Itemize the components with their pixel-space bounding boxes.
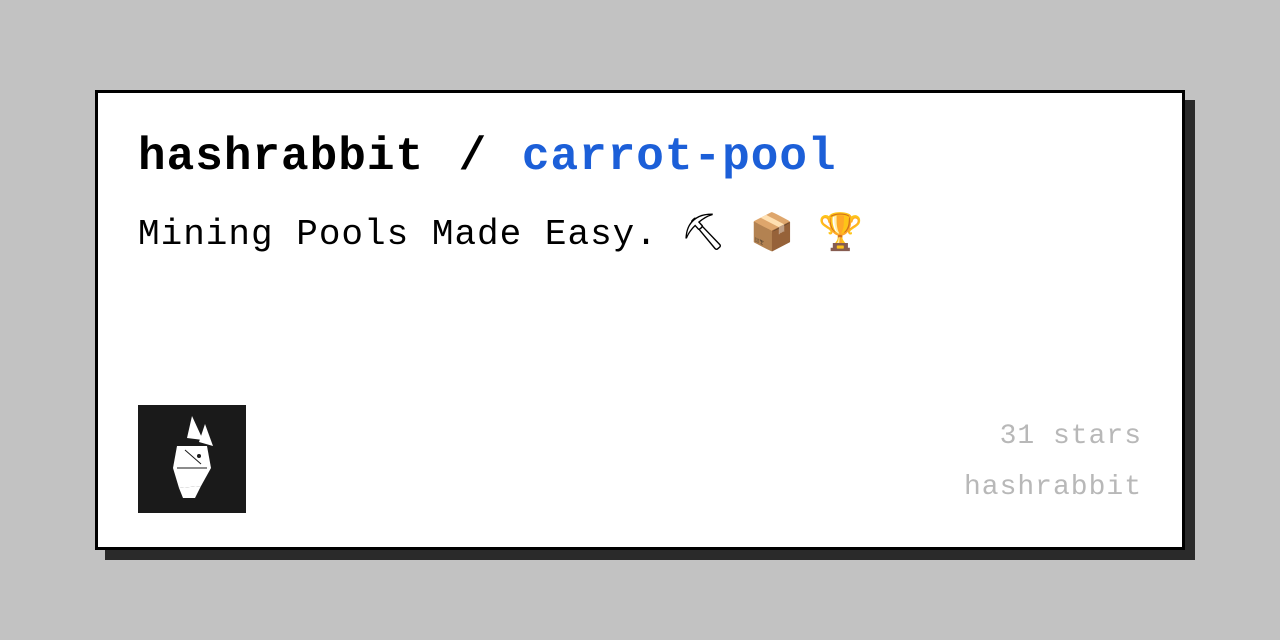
repo-card: hashrabbit / carrot-pool Mining Pools Ma… [95, 90, 1185, 550]
stars-count: 31 stars [964, 412, 1142, 462]
rabbit-icon [157, 416, 227, 503]
repo-name: carrot-pool [522, 131, 837, 183]
avatar [138, 405, 246, 513]
owner-name: hashrabbit [138, 131, 424, 183]
title-separator: / [459, 131, 488, 183]
repo-description: Mining Pools Made Easy. ⛏ 📦 🏆 [138, 211, 1142, 255]
footer-meta: 31 stars hashrabbit [964, 412, 1142, 513]
footer-username: hashrabbit [964, 463, 1142, 513]
repo-title: hashrabbit / carrot-pool [138, 131, 1142, 183]
